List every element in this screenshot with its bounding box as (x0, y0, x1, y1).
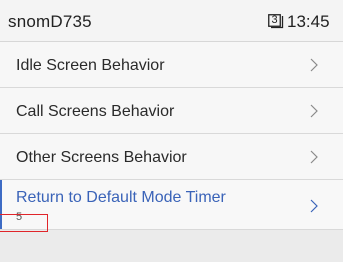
chevron-right-icon (310, 104, 318, 118)
device-name: snomD735 (8, 12, 92, 31)
menu-item-call-screens-behavior[interactable]: Call Screens Behavior (0, 88, 343, 134)
menu-item-return-to-default-mode-timer[interactable]: Return to Default Mode Timer 5 (0, 180, 343, 230)
menu-item-label: Call Screens Behavior (16, 103, 175, 120)
menu-item-label: Idle Screen Behavior (16, 57, 165, 74)
chevron-right-icon (310, 150, 318, 164)
menu-item-label: Other Screens Behavior (16, 149, 187, 166)
menu-item-idle-screen-behavior[interactable]: Idle Screen Behavior (0, 42, 343, 88)
line-number: 3 (271, 14, 278, 26)
line-indicator-icon: 3 (268, 13, 284, 29)
chevron-right-icon (310, 199, 318, 213)
menu-item-other-screens-behavior[interactable]: Other Screens Behavior (0, 134, 343, 180)
chevron-right-icon (310, 58, 318, 72)
status-bar: snomD735 3 13:45 (0, 0, 343, 42)
clock: 13:45 (287, 12, 330, 31)
annotation-highlight-box (0, 214, 48, 232)
menu-item-label: Return to Default Mode Timer (16, 189, 226, 206)
settings-menu: Idle Screen Behavior Call Screens Behavi… (0, 42, 343, 230)
